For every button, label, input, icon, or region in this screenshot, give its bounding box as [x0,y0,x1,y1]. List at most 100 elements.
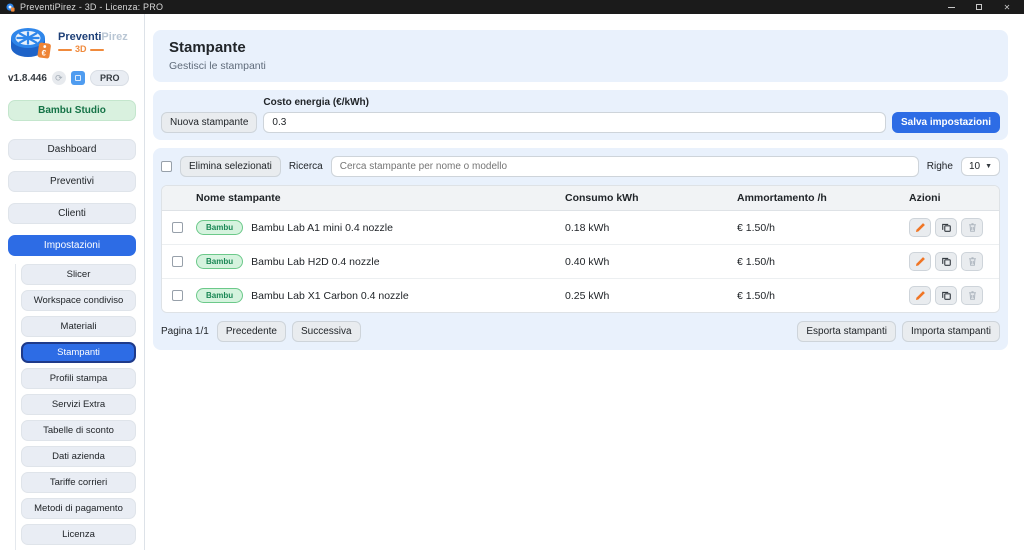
sidebar-item-materiali[interactable]: Materiali [21,316,136,337]
pencil-icon [915,222,926,233]
brand-badge: Bambu [196,220,243,235]
table-header-row: Nome stampante Consumo kWh Ammortamento … [162,186,999,211]
rows-per-page-select[interactable]: 10 ▼ [961,157,1000,176]
pencil-icon [915,290,926,301]
window-titlebar: PreventiPirez - 3D - Licenza: PRO ✕ [0,0,1024,14]
sidebar-item-profili-stampa[interactable]: Profili stampa [21,368,136,389]
trash-icon [967,290,978,301]
edit-button[interactable] [909,218,931,237]
next-page-button[interactable]: Successiva [292,321,361,342]
delete-selected-button[interactable]: Elimina selezionati [180,156,281,177]
printer-consumption: 0.40 kWh [557,249,729,275]
page-indicator: Pagina 1/1 [161,326,209,337]
pencil-icon [915,256,926,267]
energy-cost-input[interactable] [263,112,886,133]
energy-cost-label: Costo energia (€/kWh) [263,97,886,108]
energy-settings-card: Nuova stampante Costo energia (€/kWh) Sa… [153,90,1008,140]
brand-badge: Bambu [196,254,243,269]
select-all-checkbox[interactable] [161,161,172,172]
brand-3d: 3D [75,45,87,54]
brand-secondary: Pirez [101,31,127,43]
copy-icon [941,222,952,233]
sidebar-item-workspace-condiviso[interactable]: Workspace condiviso [21,290,136,311]
brand-badge: Bambu [196,288,243,303]
sidebar-item-impostazioni[interactable]: Impostazioni [8,235,136,256]
logo-wordmark: PreventiPirez 3D [58,32,128,54]
sidebar-item-tariffe-corrieri[interactable]: Tariffe corrieri [21,472,136,493]
delete-button[interactable] [961,286,983,305]
copy-icon [941,290,952,301]
minimize-icon[interactable] [946,2,956,12]
pro-badge: PRO [90,70,130,86]
search-label: Ricerca [289,161,323,172]
new-printer-button[interactable]: Nuova stampante [161,112,257,133]
rows-label: Righe [927,161,953,172]
table-row: Bambu Bambu Lab X1 Carbon 0.4 nozzle 0.2… [162,279,999,312]
table-footer: Pagina 1/1 Precedente Successiva Esporta… [161,321,1000,342]
info-icon[interactable] [71,71,85,85]
edit-button[interactable] [909,252,931,271]
col-azioni: Azioni [901,186,999,210]
main-content: Stampante Gestisci le stampanti Nuova st… [145,14,1024,550]
delete-button[interactable] [961,218,983,237]
sidebar-item-clienti[interactable]: Clienti [8,203,136,224]
sidebar-item-licenza[interactable]: Licenza [21,524,136,545]
maximize-icon[interactable] [974,2,984,12]
col-ammortamento: Ammortamento /h [729,186,901,210]
row-checkbox[interactable] [172,256,183,267]
duplicate-button[interactable] [935,252,957,271]
edit-button[interactable] [909,286,931,305]
previous-page-button[interactable]: Precedente [217,321,286,342]
app-icon [6,3,15,12]
table-row: Bambu Bambu Lab A1 mini 0.4 nozzle 0.18 … [162,211,999,245]
row-checkbox[interactable] [172,290,183,301]
printer-amortization: € 1.50/h [729,283,901,309]
page-subtitle: Gestisci le stampanti [169,60,992,72]
printer-name: Bambu Lab A1 mini 0.4 nozzle [251,222,393,234]
app-logo: € PreventiPirez 3D [8,22,136,64]
table-toolbar: Elimina selezionati Ricerca Righe 10 ▼ [161,156,1000,177]
row-checkbox[interactable] [172,222,183,233]
sidebar-item-stampanti[interactable]: Stampanti [21,342,136,363]
sidebar-item-servizi-extra[interactable]: Servizi Extra [21,394,136,415]
sidebar-item-metodi-di-pagamento[interactable]: Metodi di pagamento [21,498,136,519]
printer-consumption: 0.18 kWh [557,215,729,241]
sidebar-item-tabelle-di-sconto[interactable]: Tabelle di sconto [21,420,136,441]
brand-primary: Preventi [58,31,101,43]
search-input[interactable] [331,156,919,177]
bambu-studio-button[interactable]: Bambu Studio [8,100,136,121]
save-settings-button[interactable]: Salva impostazioni [892,112,1000,133]
version-row: v1.8.446 ⟳ PRO [8,70,136,86]
col-nome-stampante: Nome stampante [188,186,557,210]
trash-icon [967,256,978,267]
duplicate-button[interactable] [935,286,957,305]
table-row: Bambu Bambu Lab H2D 0.4 nozzle 0.40 kWh … [162,245,999,279]
window-title: PreventiPirez - 3D - Licenza: PRO [20,2,163,12]
printers-table: Nome stampante Consumo kWh Ammortamento … [161,185,1000,313]
check-updates-icon[interactable]: ⟳ [52,71,66,85]
printer-amortization: € 1.50/h [729,215,901,241]
sidebar-item-dati-azienda[interactable]: Dati azienda [21,446,136,467]
header-checkbox-spacer [162,192,188,204]
duplicate-button[interactable] [935,218,957,237]
version-label: v1.8.446 [8,73,47,84]
printer-amortization: € 1.50/h [729,249,901,275]
import-printers-button[interactable]: Importa stampanti [902,321,1000,342]
sidebar-item-dashboard[interactable]: Dashboard [8,139,136,160]
logo-rule-left [58,49,72,51]
copy-icon [941,256,952,267]
close-icon[interactable]: ✕ [1002,2,1012,12]
printer-consumption: 0.25 kWh [557,283,729,309]
printers-table-card: Elimina selezionati Ricerca Righe 10 ▼ N… [153,148,1008,350]
printer-name: Bambu Lab H2D 0.4 nozzle [251,256,379,268]
sidebar-item-slicer[interactable]: Slicer [21,264,136,285]
filament-spool-icon: € [8,22,56,64]
trash-icon [967,222,978,233]
delete-button[interactable] [961,252,983,271]
settings-subnav: Slicer Workspace condiviso Materiali Sta… [15,264,136,550]
col-consumo-kwh: Consumo kWh [557,186,729,210]
rows-per-page-value: 10 [969,161,980,172]
export-printers-button[interactable]: Esporta stampanti [797,321,896,342]
printer-name: Bambu Lab X1 Carbon 0.4 nozzle [251,290,409,302]
sidebar-item-preventivi[interactable]: Preventivi [8,171,136,192]
